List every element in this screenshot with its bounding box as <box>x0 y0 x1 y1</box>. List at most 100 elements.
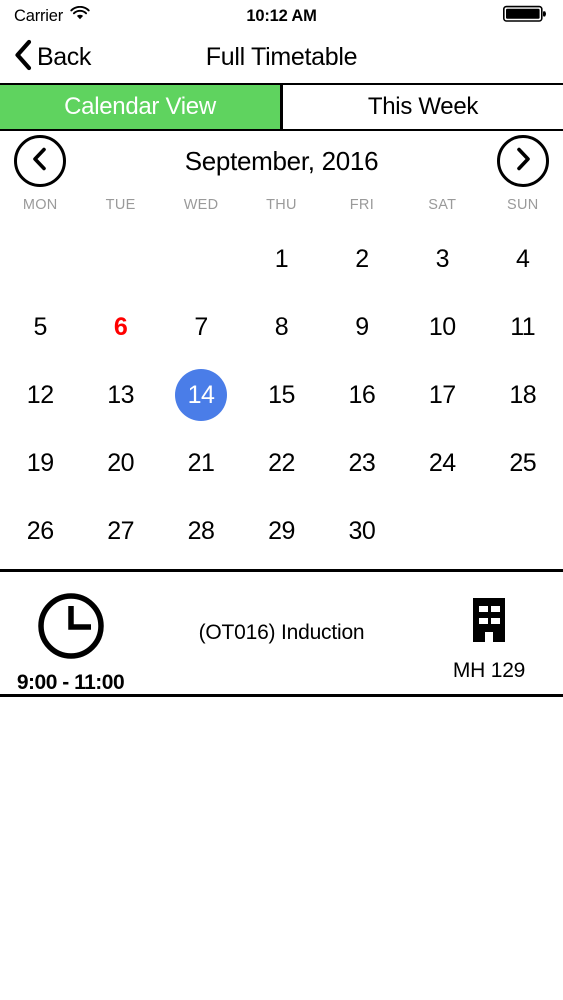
calendar-day-number: 10 <box>428 312 456 341</box>
calendar-day-number: 26 <box>26 516 54 545</box>
calendar-day-2[interactable]: 2 <box>322 225 402 293</box>
month-title: September, 2016 <box>184 145 379 176</box>
calendar-day-30[interactable]: 30 <box>322 497 402 565</box>
calendar-day-10[interactable]: 10 <box>402 293 482 361</box>
calendar-day-28[interactable]: 28 <box>161 497 241 565</box>
calendar-day-number: 3 <box>435 244 450 273</box>
calendar-day-number: 15 <box>268 380 295 409</box>
calendar-week-row: 12 13 14 15 16 17 18 <box>0 361 563 429</box>
calendar-day-27[interactable]: 27 <box>80 497 160 565</box>
calendar-day-number: 25 <box>509 448 537 477</box>
calendar-day-number: 29 <box>268 516 295 545</box>
calendar-day-number: 27 <box>107 516 135 545</box>
calendar-day-number: 16 <box>348 380 376 409</box>
calendar-week-row: 26 27 28 29 30 <box>0 497 563 565</box>
calendar-day-number: 13 <box>107 380 135 409</box>
event-time-label: 9:00 - 11:00 <box>16 671 125 694</box>
calendar-day-8[interactable]: 8 <box>241 293 321 361</box>
calendar-day-number: 14 <box>175 369 228 421</box>
calendar-day-number: 18 <box>509 380 537 409</box>
calendar-day-number: 17 <box>428 380 456 409</box>
calendar-day-5[interactable]: 5 <box>0 293 80 361</box>
calendar-day-number: 20 <box>107 448 135 477</box>
calendar-day-number: 24 <box>428 448 456 477</box>
calendar-day-3[interactable]: 3 <box>402 225 482 293</box>
carrier-label: Carrier <box>14 6 64 25</box>
calendar-day-19[interactable]: 19 <box>0 429 80 497</box>
calendar-day-number: 6 <box>113 312 128 341</box>
calendar-day-empty <box>483 497 563 565</box>
back-button[interactable]: Back <box>0 39 91 76</box>
weekday-header-row: MON TUE WED THU FRI SAT SUN <box>0 191 563 219</box>
calendar-day-number: 21 <box>187 448 215 477</box>
calendar-day-23[interactable]: 23 <box>322 429 402 497</box>
building-icon <box>467 596 511 649</box>
calendar-day-12[interactable]: 12 <box>0 361 80 429</box>
calendar-day-22[interactable]: 22 <box>241 429 321 497</box>
clock-icon <box>35 590 107 667</box>
calendar-day-25[interactable]: 25 <box>483 429 563 497</box>
month-header: September, 2016 <box>0 131 563 191</box>
chevron-left-icon <box>28 146 52 177</box>
calendar-day-20[interactable]: 20 <box>80 429 160 497</box>
tab-calendar-view[interactable]: Calendar View <box>0 85 283 129</box>
weekday-label-sat: SAT <box>428 197 457 213</box>
calendar-day-14[interactable]: 14 <box>161 361 241 429</box>
calendar-day-7[interactable]: 7 <box>161 293 241 361</box>
weekday-label-fri: FRI <box>349 197 375 213</box>
weekday-label-mon: MON <box>22 197 58 213</box>
back-button-label: Back <box>37 43 91 71</box>
chevron-left-icon <box>13 39 33 76</box>
status-bar-left: Carrier <box>14 5 90 27</box>
calendar-day-empty <box>80 225 160 293</box>
calendar-day-17[interactable]: 17 <box>402 361 482 429</box>
calendar-day-15[interactable]: 15 <box>241 361 321 429</box>
weekday-label-sun: SUN <box>506 197 539 213</box>
calendar-day-empty <box>0 225 80 293</box>
calendar-day-number: 28 <box>187 516 215 545</box>
calendar-day-4[interactable]: 4 <box>483 225 563 293</box>
calendar-day-1[interactable]: 1 <box>241 225 321 293</box>
next-month-button[interactable] <box>497 135 549 187</box>
calendar-day-number: 8 <box>274 312 289 341</box>
wifi-icon <box>70 5 90 27</box>
calendar-day-6[interactable]: 6 <box>80 293 160 361</box>
navigation-bar: Back Full Timetable <box>0 32 563 85</box>
event-location-label: MH 129 <box>452 659 526 682</box>
event-location-block: MH 129 <box>429 596 549 683</box>
calendar-day-16[interactable]: 16 <box>322 361 402 429</box>
event-time-block: 9:00 - 11:00 <box>8 590 133 695</box>
previous-month-button[interactable] <box>14 135 66 187</box>
view-mode-segmented-control: Calendar View This Week <box>0 85 563 131</box>
calendar-day-9[interactable]: 9 <box>322 293 402 361</box>
tab-this-week[interactable]: This Week <box>283 85 563 129</box>
calendar-day-21[interactable]: 21 <box>161 429 241 497</box>
status-bar-right <box>503 4 549 29</box>
battery-full-icon <box>503 4 549 29</box>
calendar-week-row: 1 2 3 4 <box>0 225 563 293</box>
calendar-day-number: 4 <box>516 244 530 273</box>
event-list-item[interactable]: 9:00 - 11:00 (OT016) Induction MH 129 <box>0 572 563 697</box>
calendar-day-empty <box>161 225 241 293</box>
calendar-day-number: 7 <box>194 312 208 341</box>
calendar-day-number: 12 <box>26 380 54 409</box>
chevron-right-icon <box>511 146 535 177</box>
calendar-day-number: 2 <box>355 244 369 273</box>
calendar-day-24[interactable]: 24 <box>402 429 482 497</box>
calendar-week-row: 5 6 7 8 9 10 11 <box>0 293 563 361</box>
calendar-day-13[interactable]: 13 <box>80 361 160 429</box>
weekday-label-wed: WED <box>183 197 219 213</box>
calendar-day-number: 22 <box>268 448 295 477</box>
calendar-day-number: 11 <box>510 312 536 341</box>
calendar-week-row: 19 20 21 22 23 24 25 <box>0 429 563 497</box>
calendar-day-11[interactable]: 11 <box>483 293 563 361</box>
calendar-day-number: 23 <box>348 448 376 477</box>
status-bar: Carrier 10:12 AM <box>0 0 563 32</box>
calendar-day-29[interactable]: 29 <box>241 497 321 565</box>
calendar-grid: 1 2 3 4 5 6 7 8 9 10 11 12 13 14 15 16 17 18 19 20 21 22 23 24 2… <box>0 219 563 572</box>
weekday-label-thu: THU <box>266 197 297 213</box>
calendar-day-number: 19 <box>26 448 54 477</box>
calendar-day-number: 9 <box>355 312 369 341</box>
calendar-day-26[interactable]: 26 <box>0 497 80 565</box>
calendar-day-18[interactable]: 18 <box>483 361 563 429</box>
